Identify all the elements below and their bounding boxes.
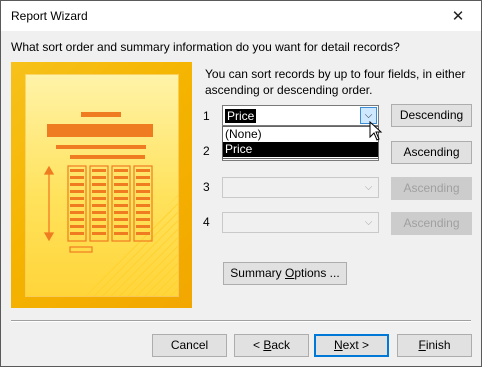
next-button[interactable]: Next > bbox=[314, 334, 389, 357]
footer-divider bbox=[11, 320, 471, 322]
chevron-down-icon[interactable]: ⌵ bbox=[360, 214, 377, 231]
report-wizard-window: Report Wizard ✕ What sort order and summ… bbox=[0, 0, 482, 367]
window-title: Report Wizard bbox=[11, 9, 88, 23]
report-preview-illustration bbox=[11, 62, 192, 308]
back-label-pre: < bbox=[252, 338, 264, 352]
sort-field-1-value: Price bbox=[225, 109, 257, 123]
close-button[interactable]: ✕ bbox=[435, 1, 481, 31]
sort-row-4-number: 4 bbox=[203, 215, 210, 229]
sort-order-4-button[interactable]: Ascending bbox=[391, 212, 472, 235]
report-page-graphic bbox=[26, 75, 178, 296]
sort-field-1-combobox[interactable]: Price ⌵ bbox=[222, 105, 379, 126]
sort-order-3-button[interactable]: Ascending bbox=[391, 177, 472, 200]
summary-options-label-pre: Summary bbox=[230, 266, 285, 280]
sort-row-2-number: 2 bbox=[203, 144, 210, 158]
cancel-button[interactable]: Cancel bbox=[152, 334, 227, 357]
report-layout-graphic bbox=[43, 112, 178, 296]
summary-options-button[interactable]: Summary Options ... bbox=[223, 262, 347, 285]
finish-button[interactable]: Finish bbox=[397, 334, 472, 357]
title-bar: Report Wizard ✕ bbox=[1, 1, 481, 31]
dropdown-option[interactable]: (None) bbox=[223, 127, 378, 142]
chevron-down-icon[interactable]: ⌵ bbox=[360, 179, 377, 196]
sort-order-2-button[interactable]: Ascending bbox=[391, 141, 472, 164]
back-button[interactable]: < Back bbox=[234, 334, 309, 357]
summary-options-accel: O bbox=[284, 266, 295, 280]
sort-row-1-number: 1 bbox=[203, 109, 210, 123]
sort-field-3-combobox[interactable]: ⌵ bbox=[222, 177, 379, 198]
wizard-prompt: What sort order and summary information … bbox=[11, 40, 400, 54]
sort-order-1-button[interactable]: Descending bbox=[391, 104, 472, 127]
dropdown-option-highlighted[interactable]: Price bbox=[223, 142, 378, 157]
sort-row-3-number: 3 bbox=[203, 180, 210, 194]
sort-instructions: You can sort records by up to four field… bbox=[205, 67, 466, 97]
finish-accel: F bbox=[418, 338, 426, 352]
sort-field-4-combobox[interactable]: ⌵ bbox=[222, 212, 379, 233]
back-label-post: ack bbox=[271, 338, 291, 352]
sort-field-1-dropdown-list: (None) Price bbox=[222, 126, 379, 159]
finish-label-post: inish bbox=[425, 338, 451, 352]
next-accel: N bbox=[333, 338, 343, 352]
summary-options-label-post: ptions ... bbox=[294, 266, 340, 280]
close-icon: ✕ bbox=[451, 8, 465, 25]
mouse-pointer-icon bbox=[369, 121, 383, 141]
next-label-post: ext > bbox=[342, 338, 370, 352]
